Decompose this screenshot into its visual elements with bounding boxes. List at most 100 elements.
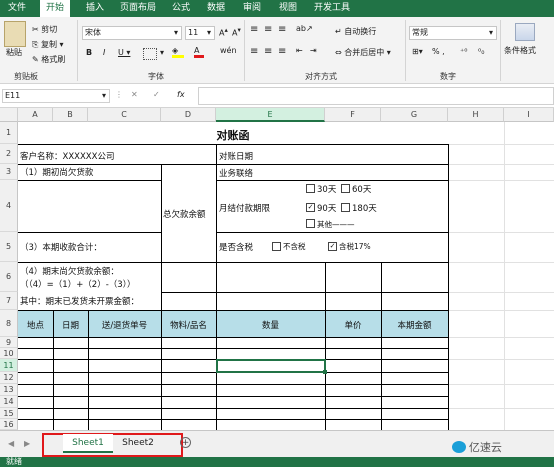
phonetic-icon[interactable]: wén	[220, 46, 237, 55]
chevron-down-icon: ▾	[488, 28, 493, 37]
font-name-select[interactable]: 宋体 ▾	[82, 26, 182, 40]
orientation-icon[interactable]: ab↗	[296, 24, 313, 33]
border	[161, 262, 162, 310]
font-size-select[interactable]: 11 ▾	[185, 26, 215, 40]
increase-indent-icon[interactable]: ⇥	[310, 46, 317, 55]
copy-button[interactable]: ⎘ 复制 ▾	[32, 39, 64, 50]
font-color-icon[interactable]: A	[194, 46, 204, 58]
option-90-label: 90天	[317, 204, 337, 214]
decrease-indent-icon[interactable]: ⇤	[296, 46, 303, 55]
row-header[interactable]: 14	[0, 396, 18, 408]
header-amount: 本期金额	[397, 321, 432, 331]
fill-handle[interactable]	[323, 370, 327, 374]
align-top-icon[interactable]: ≡	[250, 24, 258, 35]
menu-data[interactable]: 数据	[207, 0, 225, 17]
scroll-left-icon[interactable]: ◀	[8, 439, 14, 448]
bold-button[interactable]: B	[86, 48, 92, 57]
increase-decimal-icon[interactable]: ⁺⁰	[460, 47, 467, 56]
option-30[interactable]: 30天	[306, 183, 336, 195]
column-header-i[interactable]: I	[504, 108, 554, 122]
paste-button[interactable]: 粘贴	[6, 47, 22, 58]
option-90[interactable]: ✓ 90天	[306, 202, 336, 214]
option-60[interactable]: 60天	[341, 183, 371, 195]
row-header[interactable]: 13	[0, 384, 18, 396]
border	[216, 180, 448, 181]
row-header[interactable]: 11	[0, 359, 18, 372]
align-center-icon[interactable]: ≡	[264, 46, 272, 57]
cut-button[interactable]: ✂ 剪切	[32, 24, 57, 35]
option-no-tax[interactable]: 不含税	[272, 241, 306, 252]
row-header[interactable]: 3	[0, 164, 18, 180]
align-middle-icon[interactable]: ≡	[264, 24, 272, 35]
formula-input[interactable]	[198, 87, 554, 105]
select-all-corner[interactable]	[0, 108, 18, 122]
gridline	[448, 164, 554, 165]
insert-function-button[interactable]: fx	[177, 90, 185, 99]
fill-color-icon[interactable]: ◈	[172, 46, 184, 58]
option-other[interactable]: 其他———	[306, 219, 355, 230]
align-left-icon[interactable]: ≡	[250, 46, 258, 57]
border	[18, 384, 448, 385]
merge-center-button[interactable]: ⇔ 合并后居中 ▾	[335, 47, 391, 58]
row-header[interactable]: 15	[0, 408, 18, 419]
underline-button[interactable]: U ▾	[118, 48, 130, 57]
font-group-label: 字体	[148, 72, 164, 81]
row-header[interactable]: 12	[0, 372, 18, 384]
total-due-label: 总欠款余额	[163, 210, 206, 220]
add-sheet-button[interactable]: +	[180, 437, 191, 448]
borders-icon[interactable]	[143, 48, 157, 60]
row-header[interactable]: 16	[0, 419, 18, 430]
scroll-right-icon[interactable]: ▶	[24, 439, 30, 448]
format-painter-button[interactable]: ✎ 格式刷	[32, 54, 65, 65]
column-header-g[interactable]: G	[381, 108, 448, 122]
column-header-a[interactable]: A	[18, 108, 53, 122]
menu-review[interactable]: 审阅	[243, 0, 261, 17]
conditional-format-icon[interactable]	[515, 23, 535, 41]
column-header-b[interactable]: B	[53, 108, 88, 122]
paste-icon[interactable]	[4, 21, 26, 47]
row-header[interactable]: 7	[0, 292, 18, 310]
number-format-select[interactable]: 常规 ▾	[409, 26, 497, 40]
align-right-icon[interactable]: ≡	[278, 46, 286, 57]
wrap-text-button[interactable]: ↵ 自动换行	[335, 26, 376, 37]
decrease-decimal-icon[interactable]: ⁰₀	[478, 47, 484, 56]
option-180[interactable]: 180天	[341, 202, 377, 214]
row-header[interactable]: 6	[0, 262, 18, 292]
name-box[interactable]: E11 ▾	[2, 89, 110, 103]
align-bottom-icon[interactable]: ≡	[278, 24, 286, 35]
increase-font-icon[interactable]: A▴	[219, 26, 228, 38]
currency-icon[interactable]: ⊞▾	[412, 47, 423, 56]
percent-button[interactable]: % ,	[432, 47, 445, 56]
row-header[interactable]: 2	[0, 144, 18, 164]
gridline	[448, 384, 554, 385]
column-header-e[interactable]: E	[216, 108, 325, 122]
row-header[interactable]: 8	[0, 310, 18, 337]
menu-view[interactable]: 视图	[279, 0, 297, 17]
menu-page-layout[interactable]: 页面布局	[120, 0, 156, 17]
column-header-d[interactable]: D	[161, 108, 216, 122]
row-header[interactable]: 9	[0, 337, 18, 348]
conditional-format-button[interactable]: 条件格式	[504, 45, 536, 56]
menu-home[interactable]: 开始	[40, 0, 70, 17]
menu-file[interactable]: 文件	[0, 0, 34, 17]
border	[18, 408, 448, 409]
menu-insert[interactable]: 插入	[86, 0, 104, 17]
row-header[interactable]: 5	[0, 232, 18, 262]
column-header-f[interactable]: F	[325, 108, 381, 122]
chevron-down-icon[interactable]: ▾	[160, 48, 164, 57]
menu-developer[interactable]: 开发工具	[314, 0, 350, 17]
cancel-icon[interactable]: ✕	[131, 90, 138, 99]
row-header[interactable]: 4	[0, 180, 18, 232]
menu-formulas[interactable]: 公式	[172, 0, 190, 17]
selected-cell-e11[interactable]	[216, 359, 326, 373]
row-header[interactable]: 1	[0, 122, 18, 144]
tab-sheet2[interactable]: Sheet2	[116, 434, 160, 453]
enter-icon[interactable]: ✓	[153, 90, 160, 99]
italic-button[interactable]: I	[103, 48, 105, 57]
option-tax17[interactable]: ✓ 含税17%	[328, 241, 371, 252]
decrease-font-icon[interactable]: A▾	[232, 26, 241, 38]
tab-sheet1[interactable]: Sheet1	[63, 434, 113, 453]
column-header-h[interactable]: H	[448, 108, 504, 122]
row-header[interactable]: 10	[0, 348, 18, 359]
column-header-c[interactable]: C	[88, 108, 161, 122]
